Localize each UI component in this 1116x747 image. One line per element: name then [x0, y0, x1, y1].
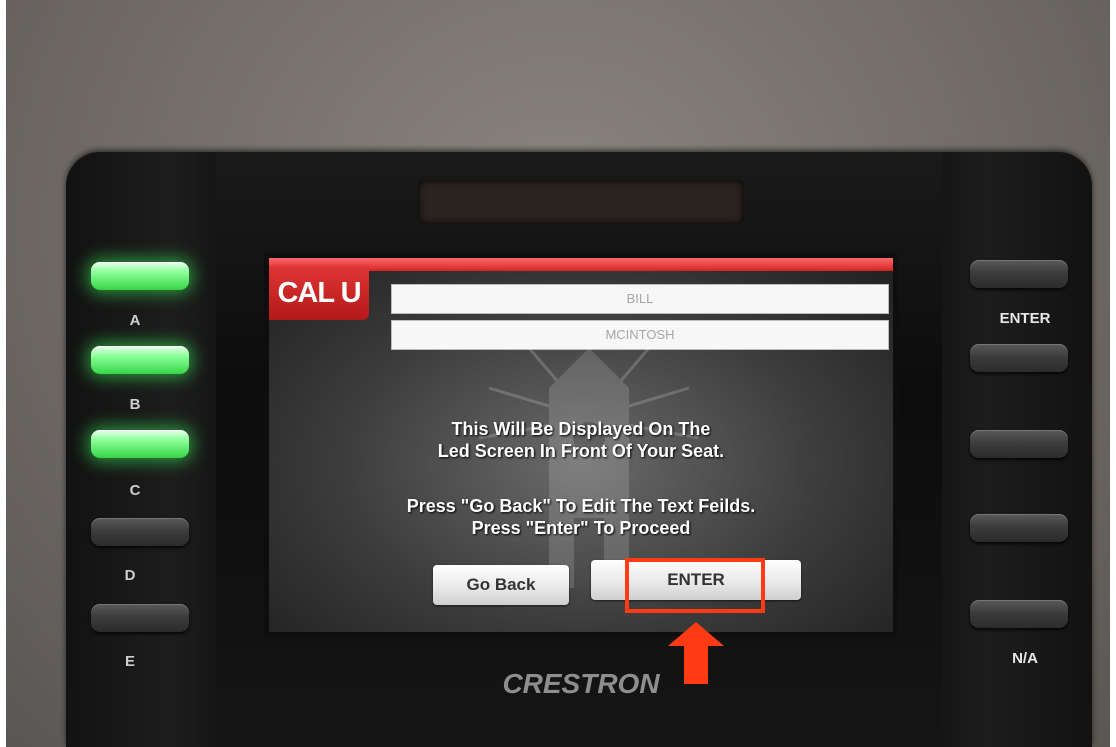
- hardware-button-e[interactable]: [91, 604, 189, 632]
- message-line-1: This Will Be Displayed On The: [451, 419, 711, 439]
- hardware-button-b[interactable]: [91, 346, 189, 374]
- message-line-2: Led Screen In Front Of Your Seat.: [437, 441, 725, 461]
- instruction-line-1: Press "Go Back" To Edit The Text Feilds.: [406, 496, 756, 516]
- first-name-field[interactable]: BILL: [391, 284, 889, 314]
- ir-sensor-window: [418, 180, 744, 224]
- hardware-label-b: B: [129, 396, 141, 413]
- hardware-label-na: N/A: [1012, 650, 1038, 667]
- photo-frame: A B C D E ENTER N/A CAL U BILL MCINTOSH: [0, 0, 1116, 747]
- hardware-label-a: A: [129, 312, 141, 329]
- hardware-button-right-3[interactable]: [970, 430, 1068, 458]
- hardware-button-right-2[interactable]: [970, 344, 1068, 372]
- hardware-button-right-4[interactable]: [970, 514, 1068, 542]
- screen-content: CAL U BILL MCINTOSH This Will Be Display…: [269, 258, 893, 632]
- hardware-button-na[interactable]: [970, 600, 1068, 628]
- hardware-button-enter[interactable]: [970, 260, 1068, 288]
- go-back-button[interactable]: Go Back: [433, 565, 569, 605]
- hardware-label-d: D: [124, 567, 136, 584]
- touch-screen: CAL U BILL MCINTOSH This Will Be Display…: [264, 253, 898, 636]
- instruction-line-2: Press "Enter" To Proceed: [471, 518, 691, 538]
- hardware-label-c: C: [129, 482, 141, 499]
- enter-highlight-box: [625, 558, 765, 613]
- hardware-button-d[interactable]: [91, 518, 189, 546]
- cal-u-logo: CAL U: [269, 266, 369, 320]
- hardware-label-e: E: [124, 653, 135, 670]
- left-border: [0, 0, 6, 747]
- hardware-button-c[interactable]: [91, 430, 189, 458]
- right-border: [1110, 0, 1116, 747]
- hardware-label-enter: ENTER: [999, 310, 1051, 327]
- hardware-button-a[interactable]: [91, 262, 189, 290]
- crestron-brand: CRESTRON: [502, 668, 660, 699]
